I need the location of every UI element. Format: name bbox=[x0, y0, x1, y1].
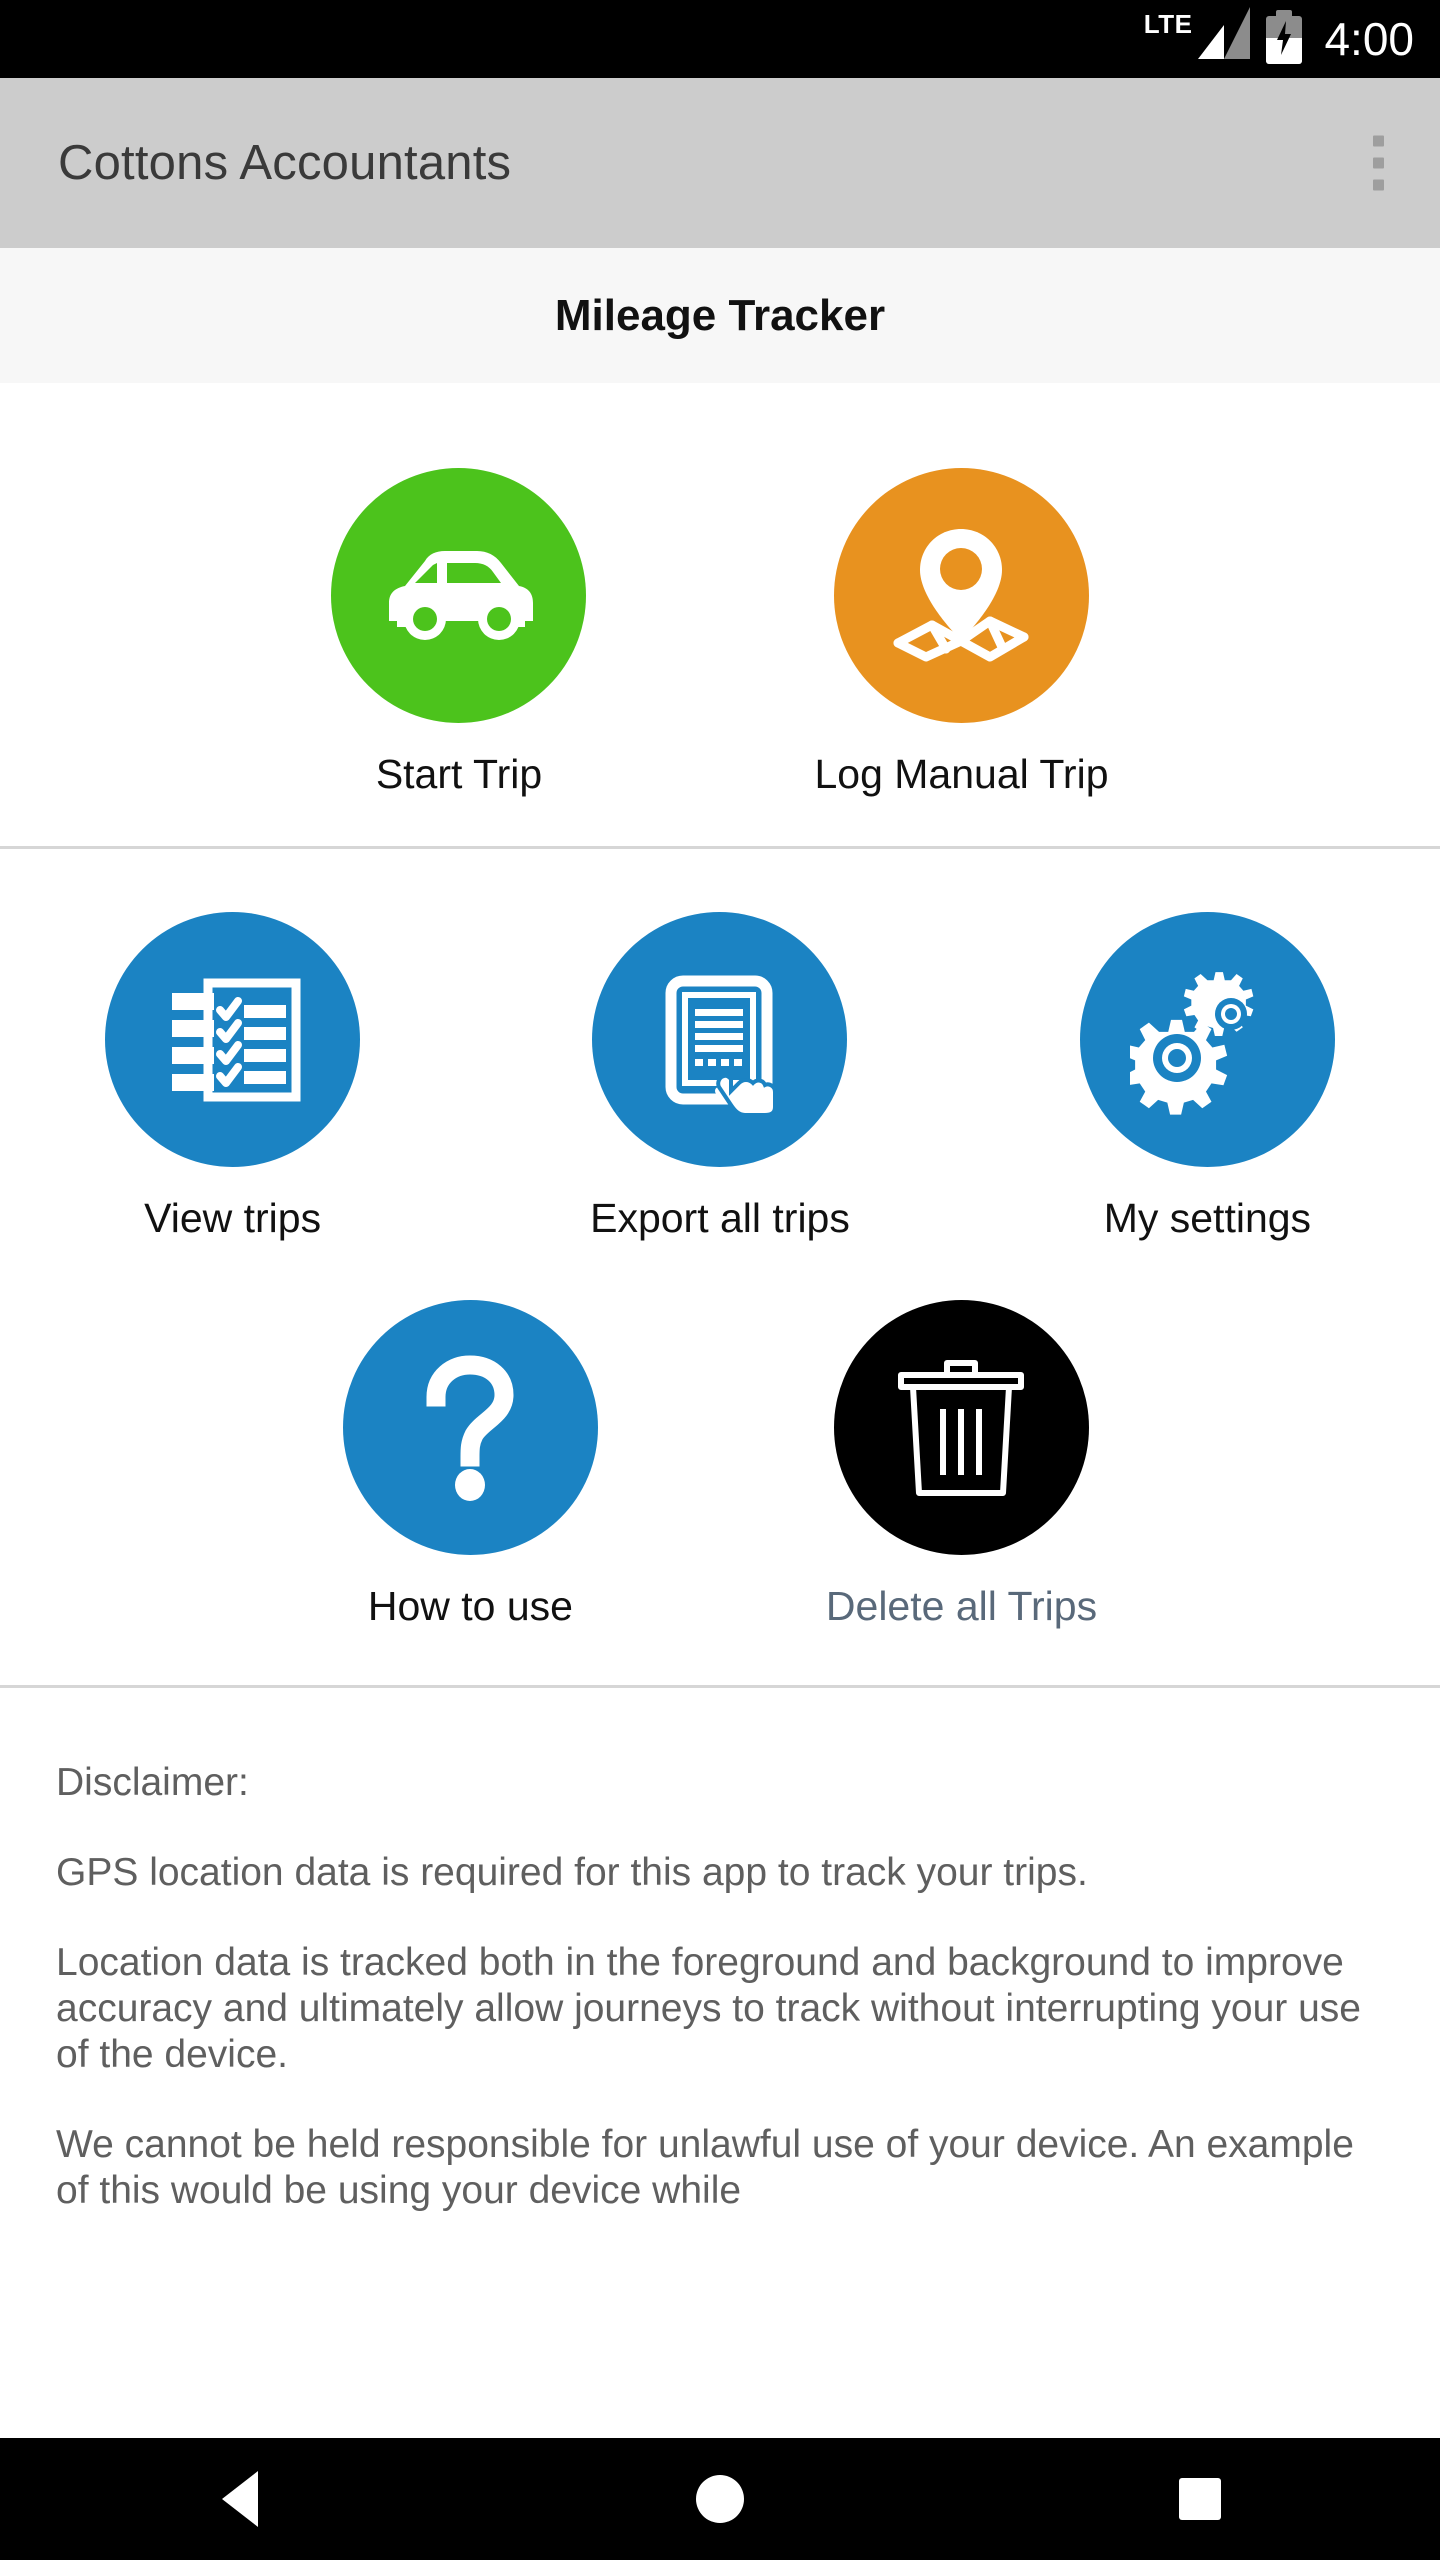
gears-glyph bbox=[1129, 972, 1254, 1115]
how-to-use-button[interactable]: How to use bbox=[342, 1300, 598, 1630]
car-glyph bbox=[388, 550, 533, 640]
disclaimer-paragraph: We cannot be held responsible for unlawf… bbox=[56, 2123, 1354, 2213]
delete-all-trips-button[interactable]: Delete all Trips bbox=[826, 1300, 1097, 1630]
checklist-notepad-icon bbox=[105, 912, 361, 1167]
map-pin-icon bbox=[833, 468, 1089, 723]
start-trip-label: Start Trip bbox=[375, 751, 543, 797]
main-content: Start Trip Log Manual Trip View trips Ex… bbox=[0, 383, 1440, 2438]
secondary-action-row: View trips Export all trips My settings bbox=[0, 849, 1440, 1242]
question-mark-glyph bbox=[426, 1354, 514, 1501]
app-title: Cottons Accountants bbox=[58, 136, 512, 190]
export-all-trips-label: Export all trips bbox=[590, 1195, 850, 1241]
my-settings-label: My settings bbox=[1103, 1195, 1312, 1241]
log-manual-trip-label: Log Manual Trip bbox=[814, 751, 1109, 797]
trash-can-icon bbox=[833, 1300, 1089, 1555]
view-trips-label: View trips bbox=[144, 1195, 322, 1241]
log-manual-trip-button[interactable]: Log Manual Trip bbox=[814, 468, 1109, 798]
car-icon bbox=[331, 468, 587, 723]
tablet-tap-icon bbox=[592, 912, 848, 1167]
screen-subheader: Mileage Tracker bbox=[0, 248, 1440, 383]
battery-charging-icon bbox=[1266, 10, 1303, 64]
question-mark-icon bbox=[342, 1300, 598, 1555]
more-vert-icon[interactable] bbox=[1365, 128, 1392, 199]
status-bar-clock: 4:00 bbox=[1324, 13, 1414, 65]
disclaimer-paragraph: GPS location data is required for this a… bbox=[56, 1851, 1088, 1895]
app-screen: LTE 4:00 Cottons Accountants Mileage Tra… bbox=[0, 0, 1440, 2560]
disclaimer-section: Disclaimer: GPS location data is require… bbox=[0, 1688, 1440, 2214]
my-settings-button[interactable]: My settings bbox=[1079, 912, 1335, 1242]
page-title: Mileage Tracker bbox=[554, 290, 886, 340]
tertiary-action-row: How to use Delete all Trips bbox=[0, 1242, 1440, 1685]
signal-bars-icon: LTE bbox=[1144, 7, 1251, 63]
disclaimer-paragraph: Location data is tracked both in the for… bbox=[56, 1941, 1361, 2077]
trash-can-glyph bbox=[898, 1359, 1025, 1496]
charging-bolt-icon bbox=[1277, 21, 1292, 55]
signal-strength-icon bbox=[1196, 7, 1251, 59]
status-bar: LTE 4:00 bbox=[0, 0, 1440, 78]
tablet-tap-glyph bbox=[665, 975, 777, 1115]
start-trip-button[interactable]: Start Trip bbox=[331, 468, 587, 798]
disclaimer-heading: Disclaimer: bbox=[56, 1761, 249, 1804]
network-label: LTE bbox=[1143, 9, 1193, 39]
view-trips-button[interactable]: View trips bbox=[105, 912, 361, 1242]
export-all-trips-button[interactable]: Export all trips bbox=[590, 912, 850, 1242]
recents-button[interactable] bbox=[1110, 2438, 1290, 2560]
checklist-glyph bbox=[171, 978, 301, 1101]
back-button[interactable] bbox=[150, 2438, 330, 2560]
gears-icon bbox=[1079, 912, 1335, 1167]
delete-all-trips-label: Delete all Trips bbox=[825, 1583, 1098, 1629]
home-button[interactable] bbox=[630, 2438, 810, 2560]
how-to-use-label: How to use bbox=[367, 1583, 573, 1629]
android-nav-bar bbox=[0, 2438, 1440, 2560]
map-pin-glyph bbox=[893, 528, 1029, 661]
primary-action-row: Start Trip Log Manual Trip bbox=[0, 383, 1440, 846]
app-toolbar: Cottons Accountants bbox=[0, 78, 1440, 248]
